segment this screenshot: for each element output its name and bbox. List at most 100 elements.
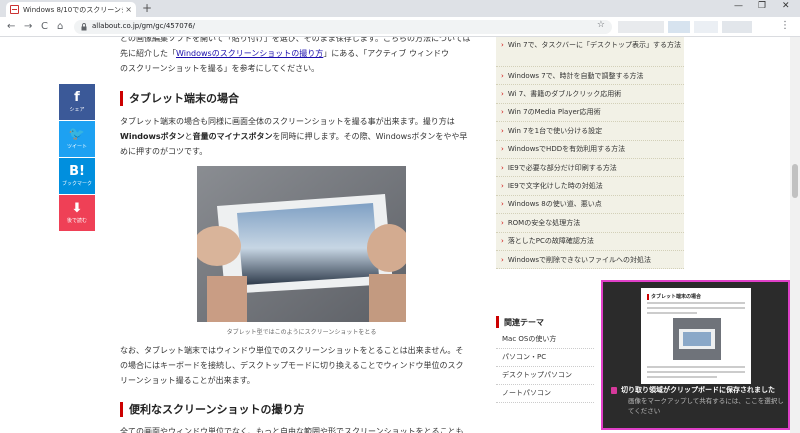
pocket-icon: ⬇ [71,201,83,216]
related-themes-heading: 関連テーマ [496,316,544,328]
tab-strip: Windows 8/10でのスクリーンショット… × + — ❐ ✕ [0,0,800,17]
new-tab-button[interactable]: + [142,2,152,15]
tab-title: Windows 8/10でのスクリーンショット… [23,5,123,14]
sidebar-item-label: IE9で必要な部分だけ印刷する方法 [507,163,617,172]
sidebar-item[interactable]: › WindowsでHDDを有効利用する方法 [496,141,684,159]
extension-area[interactable] [694,21,718,33]
maximize-button[interactable]: ❐ [758,1,766,11]
sidebar-item[interactable]: › IE9で必要な部分だけ印刷する方法 [496,159,684,178]
forward-button[interactable]: → [24,20,32,33]
screenshot-guide-link[interactable]: Windowsのスクリーンショットの撮り方 [176,49,323,58]
intro-line: のスクリーンショットを撮る」を参考にしてください。 [120,64,320,73]
intro-text: 先に紹介した「 [120,49,176,58]
reload-button[interactable]: C [41,20,48,33]
preview-tablet-screen [683,332,711,346]
sidebar-item-label: Win 7を1台で使い分ける設定 [507,126,603,135]
chevron-right-icon: › [501,41,504,49]
theme-link[interactable]: ノートパソコン [496,385,594,403]
scrollbar-thumb[interactable] [792,164,798,198]
chevron-right-icon: › [501,71,504,80]
chevron-right-icon: › [501,163,504,172]
sidebar-item-label: ROMの安全な処理方法 [507,218,581,227]
page-scrollbar[interactable] [790,37,800,433]
preview-text-line [647,307,745,309]
minimize-button[interactable]: — [734,1,743,11]
sidebar-item[interactable]: › Windowsで削除できないファイルへの対処法 [496,251,684,270]
preview-photo [673,318,721,360]
chevron-right-icon: › [501,237,504,246]
hatena-bookmark-button[interactable]: B! ブックマーク [59,158,95,194]
browser-tab[interactable]: Windows 8/10でのスクリーンショット… × [6,2,136,17]
theme-link[interactable]: パソコン・PC [496,349,594,367]
lock-icon [81,23,87,31]
bookmark-star-icon[interactable]: ☆ [597,20,605,30]
share-label: シェア [69,107,85,113]
chevron-right-icon: › [501,218,504,227]
tablet-paragraph: Windowsボタンと音量のマイナスボタンを同時に押します。その際、Window… [120,129,467,144]
profile-area[interactable] [722,21,752,33]
sidebar-item-label: Win 7のMedia Player応用術 [507,108,601,117]
sidebar-item[interactable]: › 落としたPCの故障確認方法 [496,233,684,251]
after-paragraph: なお、タブレット端末ではウィンドウ単位でのスクリーンショットをとることは出来ませ… [120,346,464,355]
tablet-paragraph: タブレット端末の場合も同様に画面全体のスクリーンショットを撮る事が出来ます。撮り… [120,117,455,126]
snip-notification[interactable]: タブレット端末の場合 切り取り領域がクリップボードに保存されました 画像をマーク… [601,280,790,430]
sidebar-item-label: Win 7で、タスクバーに「デスクトップ表示」する方法 [507,41,682,49]
intro-line: どの画像編集ソフトを開いて「貼り付け」を選び、そのまま保存します。こちらの方法に… [120,37,471,43]
convenient-section-heading: 便利なスクリーンショットの撮り方 [120,402,304,417]
preview-text-line [647,376,717,378]
sidebar-item-label: Windowsで削除できないファイルへの対処法 [507,255,652,264]
close-window-button[interactable]: ✕ [782,1,790,11]
heading-text: 関連テーマ [504,317,544,327]
url-text: allabout.co.jp/gm/gc/457076/ [92,22,195,30]
preview-text-line [647,366,745,368]
chevron-right-icon: › [501,126,504,135]
extension-area[interactable] [668,21,690,33]
sidebar-item[interactable]: › Win 7のMedia Player応用術 [496,104,684,123]
preview-text-line [647,302,745,304]
heading-text: タブレット端末の場合 [129,92,239,105]
sidebar-item[interactable]: › Win 7を1台で使い分ける設定 [496,122,684,141]
sidebar-item-label: IE9で文字化けした時の対処法 [507,182,603,191]
related-articles-list: › Win 7で、タスクバーに「デスクトップ表示」する方法 › Windows 7で… [496,37,684,270]
snip-notification-title: 切り取り領域がクリップボードに保存されました [611,385,775,395]
chevron-right-icon: › [501,182,504,191]
pocket-save-button[interactable]: ⬇ 後で読む [59,195,95,231]
intro-line: 先に紹介した「Windowsのスクリーンショットの撮り方」にある、「アクティブ … [120,46,449,61]
theme-link[interactable]: Mac OSの使い方 [496,331,594,349]
address-bar[interactable]: allabout.co.jp/gm/gc/457076/ ☆ [74,20,612,34]
tab-close-icon[interactable]: × [125,5,132,14]
chevron-right-icon: › [501,255,504,264]
text: と [184,132,193,141]
after-paragraph: リーンショット撮ることが出来ます。 [120,376,255,385]
web-page: どの画像編集ソフトを開いて「貼り付け」を選び、そのまま保存します。こちらの方法に… [0,37,800,433]
chevron-right-icon: › [501,108,504,117]
hatena-bookmark-icon: B! [69,164,85,179]
text: を同時に押します。その際、Windowsボタンをやや早 [272,132,468,141]
tablet-photo [197,166,406,322]
sidebar-item[interactable]: › ROMの安全な処理方法 [496,214,684,233]
preview-text-line [647,371,745,373]
sidebar-item[interactable]: › Windows 7で、時計を自動で調整する方法 [496,67,684,86]
toast-title-text: 切り取り領域がクリップボードに保存されました [621,386,775,394]
browser-toolbar: ← → C ⌂ allabout.co.jp/gm/gc/457076/ ☆ ⋮ [0,17,800,37]
share-label: 後で読む [66,218,87,224]
back-button[interactable]: ← [7,20,15,33]
heading-accent [496,316,499,328]
home-button[interactable]: ⌂ [57,20,63,33]
sidebar-item[interactable]: › Win 7で、タスクバーに「デスクトップ表示」する方法 [496,37,684,67]
share-label: ブックマーク [61,181,92,187]
preview-text-line [647,312,697,314]
sidebar-item[interactable]: › IE9で文字化けした時の対処法 [496,177,684,196]
sidebar-item[interactable]: › Wi 7、書籍のダブルクリック応用術 [496,85,684,104]
site-favicon-icon [10,5,19,14]
twitter-bird-icon: 🐦 [68,127,86,142]
theme-link[interactable]: デスクトップパソコン [496,367,594,385]
extension-area[interactable] [618,21,664,33]
browser-menu-button[interactable]: ⋮ [780,20,790,31]
sidebar-item-label: Windows 7で、時計を自動で調整する方法 [507,71,644,80]
tweet-button[interactable]: 🐦 ツイート [59,121,95,157]
sidebar-item[interactable]: › Windows 8の使い道、悪い点 [496,196,684,215]
tablet-section-heading: タブレット端末の場合 [120,91,239,106]
sidebar-item-label: Wi 7、書籍のダブルクリック応用術 [507,90,622,99]
facebook-share-button[interactable]: f シェア [59,84,95,120]
